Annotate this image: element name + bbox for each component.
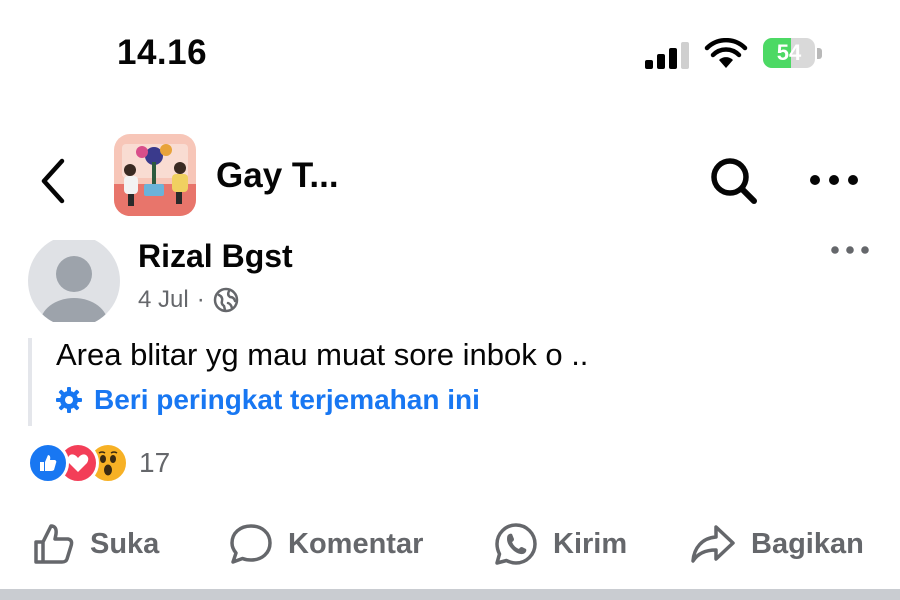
reaction-count: 17 — [139, 447, 171, 478]
battery-charging-icon: 54 — [763, 38, 823, 70]
post-meta: 4 Jul · — [138, 286, 239, 314]
rate-translation-link[interactable]: Beri peringkat terjemahan ini — [56, 384, 480, 416]
more-options-icon[interactable] — [808, 170, 860, 190]
post-author[interactable]: Rizal Bgst — [138, 238, 293, 275]
thumbs-up-icon — [34, 524, 74, 564]
like-icon — [27, 442, 69, 484]
group-thumbnail[interactable] — [114, 134, 196, 216]
whatsapp-icon — [495, 523, 537, 565]
search-icon[interactable] — [709, 155, 759, 207]
comment-button[interactable]: Komentar — [228, 515, 423, 573]
group-title[interactable]: Gay T... — [216, 156, 339, 196]
globe-icon — [213, 287, 238, 313]
back-chevron-icon[interactable] — [36, 155, 70, 207]
send-label: Kirim — [553, 527, 628, 560]
share-button[interactable]: Bagikan — [689, 515, 864, 573]
battery-level: 54 — [776, 40, 802, 65]
meta-separator: · — [196, 286, 205, 313]
post-text: Area blitar yg mau muat sore inbok o .. — [56, 337, 589, 372]
send-button[interactable]: Kirim — [493, 515, 627, 573]
share-label: Bagikan — [751, 527, 864, 560]
comment-label: Komentar — [288, 527, 424, 560]
cellular-signal-icon — [645, 41, 689, 69]
status-time: 14.16 — [117, 33, 208, 72]
rate-translation-label: Beri peringkat terjemahan ini — [94, 384, 480, 415]
share-arrow-icon — [691, 525, 735, 563]
comment-bubble-icon — [230, 524, 272, 564]
like-label: Suka — [90, 527, 160, 560]
like-button[interactable]: Suka — [32, 515, 159, 573]
reaction-summary[interactable]: 17 — [27, 442, 170, 484]
post-date[interactable]: 4 Jul — [138, 286, 189, 314]
avatar[interactable] — [28, 240, 120, 322]
section-divider — [0, 589, 900, 600]
gear-icon — [56, 387, 82, 413]
wifi-icon — [704, 38, 748, 68]
post-more-options-icon[interactable] — [830, 242, 870, 258]
translation-divider — [28, 338, 32, 426]
post-action-bar: Suka Komentar Kirim Bagikan — [0, 515, 900, 573]
